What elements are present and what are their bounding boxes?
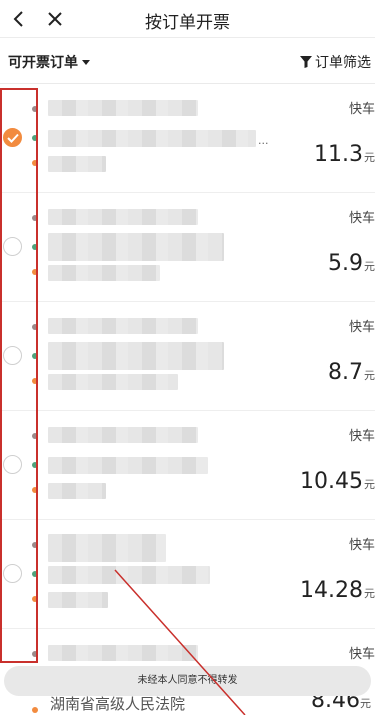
price-value: 8.7: [328, 360, 363, 385]
time-dot: [32, 324, 38, 330]
toast-message: 未经本人同意不得转发: [4, 666, 371, 696]
end-address-redacted: [48, 265, 160, 281]
order-price: 8.7元: [328, 360, 375, 385]
order-price: 10.45元: [300, 469, 375, 494]
nav-bar: 按订单开票: [0, 0, 375, 38]
ride-type: 快车: [348, 211, 375, 226]
order-filter-button[interactable]: 订单筛选: [300, 52, 371, 72]
order-item[interactable]: ... 快车 11.3元: [0, 84, 375, 193]
end-dot: [32, 487, 38, 493]
end-dot: [32, 160, 38, 166]
end-address-redacted: [48, 374, 178, 390]
order-price: 5.9元: [328, 251, 375, 276]
price-unit: 元: [364, 587, 375, 600]
price-value: 10.45: [300, 469, 363, 494]
time-dot: [32, 215, 38, 221]
price-value: 5.9: [328, 251, 363, 276]
time-dot: [32, 542, 38, 548]
price-unit: 元: [364, 151, 375, 164]
end-dot: [32, 269, 38, 275]
order-price: 14.28元: [300, 578, 375, 603]
start-address-redacted: [48, 130, 256, 147]
price-value: 11.3: [314, 142, 363, 167]
check-icon: [7, 133, 19, 143]
time-dot: [32, 651, 38, 657]
start-address-redacted: [48, 233, 224, 261]
order-checkbox[interactable]: [3, 237, 22, 256]
filter-bar: 可开票订单 订单筛选: [0, 38, 375, 84]
order-scope-label: 可开票订单: [8, 55, 78, 71]
start-dot: [32, 462, 38, 468]
price-unit: 元: [364, 260, 375, 273]
start-address-redacted: [48, 566, 210, 584]
funnel-icon: [300, 56, 312, 68]
order-item[interactable]: 快车 14.28元: [0, 520, 375, 629]
start-dot: [32, 135, 38, 141]
ride-type: 快车: [348, 320, 375, 335]
order-time-redacted: [48, 209, 198, 225]
order-checkbox[interactable]: [3, 128, 22, 147]
end-dot: [32, 707, 38, 713]
start-dot: [32, 353, 38, 359]
order-filter-label: 订单筛选: [315, 55, 371, 71]
partial-address: 湖南省高级人民法院: [50, 695, 186, 713]
order-checkbox[interactable]: [3, 346, 22, 365]
order-item[interactable]: 快车 8.7元: [0, 302, 375, 411]
start-dot: [32, 244, 38, 250]
order-time-redacted: [48, 427, 198, 443]
order-item[interactable]: 快车 5.9元: [0, 193, 375, 302]
ride-type: 快车: [348, 647, 375, 662]
end-dot: [32, 596, 38, 602]
ride-type: 快车: [348, 102, 375, 117]
price-unit: 元: [364, 369, 375, 382]
time-dot: [32, 106, 38, 112]
end-address-redacted: [48, 483, 106, 499]
order-time-redacted: [48, 318, 198, 334]
time-dot: [32, 433, 38, 439]
end-dot: [32, 378, 38, 384]
order-time-redacted: [48, 534, 166, 562]
ride-type: 快车: [348, 429, 375, 444]
end-address-redacted: [48, 156, 106, 172]
start-address-redacted: [48, 457, 208, 474]
end-address-redacted: [48, 592, 108, 608]
order-time-redacted: [48, 645, 198, 661]
order-checkbox[interactable]: [3, 564, 22, 583]
price-value: 14.28: [300, 578, 363, 603]
order-checkbox[interactable]: [3, 455, 22, 474]
caret-down-icon: [82, 59, 90, 65]
ride-type: 快车: [348, 538, 375, 553]
price-unit: 元: [364, 478, 375, 491]
page-title: 按订单开票: [145, 13, 230, 33]
order-time-redacted: [48, 100, 198, 116]
start-address-redacted: [48, 342, 224, 370]
price-unit: 元: [360, 697, 371, 710]
order-scope-dropdown[interactable]: 可开票订单: [8, 52, 90, 72]
ellipsis: ...: [258, 134, 269, 147]
start-dot: [32, 571, 38, 577]
order-price: 11.3元: [314, 142, 375, 167]
order-list: ... 快车 11.3元 快车 5.9元 快车 8.7元 快车 10.45元 快…: [0, 84, 375, 715]
order-item[interactable]: 快车 10.45元: [0, 411, 375, 520]
